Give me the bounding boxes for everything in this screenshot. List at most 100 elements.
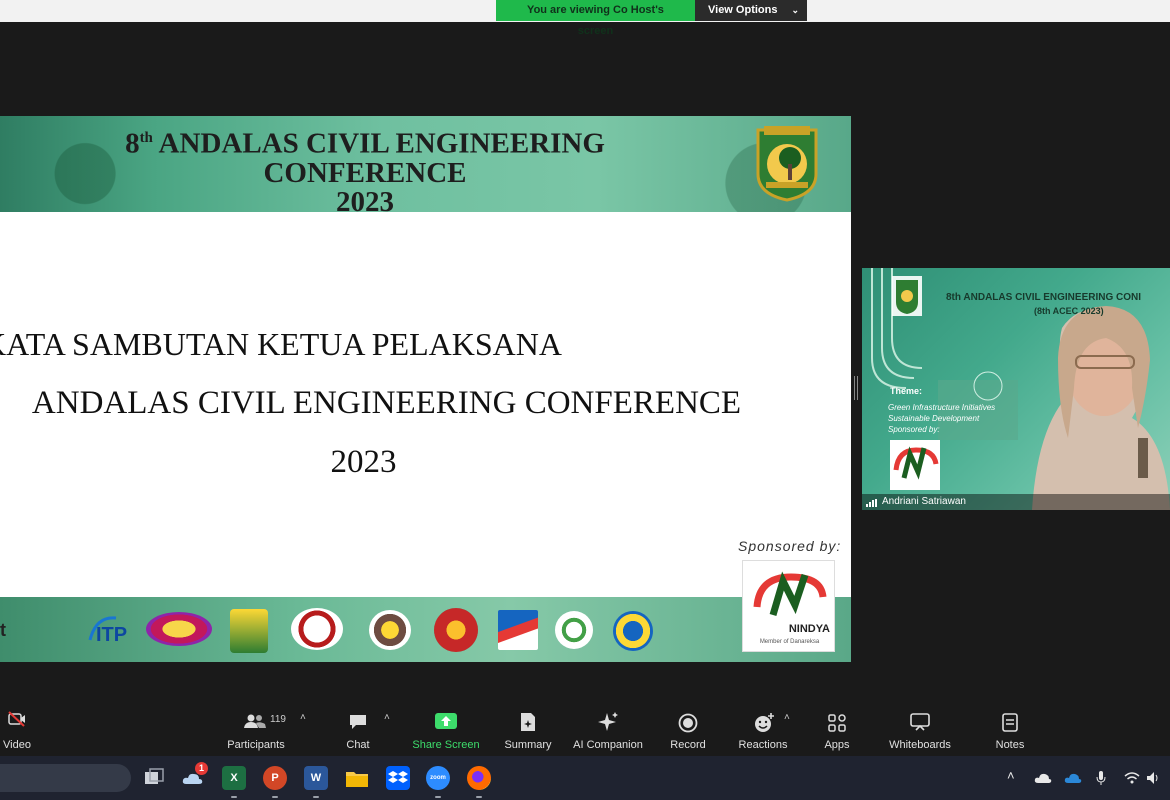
video-off-icon: [8, 711, 25, 727]
conf-title-line1: ANDALAS CIVIL ENGINEERING: [152, 127, 605, 160]
participant-name-label: Andriani Satriawan: [862, 494, 1170, 510]
video-button[interactable]: Video: [0, 700, 40, 756]
chat-button[interactable]: Chat: [334, 700, 382, 756]
record-label: Record: [670, 739, 706, 751]
ai-companion-button[interactable]: AI Companion: [566, 700, 650, 756]
participants-icon: [244, 714, 266, 728]
share-screen-icon: [435, 713, 457, 729]
whiteboards-button[interactable]: Whiteboards: [880, 700, 960, 756]
view-options-button[interactable]: View Options ⌄: [695, 0, 807, 21]
onedrive-cloud-icon[interactable]: [1034, 772, 1052, 784]
conf-title-sup: th: [139, 130, 153, 146]
ai-companion-label: AI Companion: [573, 739, 643, 751]
nindya-tagline: Member of Danareksa: [759, 639, 820, 645]
video-theme-lines: Green Infrastructure Initiatives Sustain…: [888, 402, 995, 435]
zoom-meeting-window: You are viewing Co Host's screen View Op…: [0, 0, 1170, 800]
chevron-down-icon: ⌄: [791, 5, 799, 15]
ai-sparkle-icon: [598, 712, 618, 731]
summary-icon: [521, 713, 535, 731]
notification-badge: 1: [195, 762, 208, 775]
taskbar-search-box[interactable]: [0, 764, 131, 792]
slide-heading-line2: ANDALAS CIVIL ENGINEERING CONFERENCE: [31, 385, 742, 421]
zoom-icon[interactable]: zoom: [426, 766, 450, 790]
nindya-name: NINDYA: [788, 623, 830, 635]
windows-taskbar: 1 X P W zoom ˄: [0, 756, 1170, 800]
word-icon[interactable]: W: [304, 766, 328, 790]
tray-chevron-up-icon[interactable]: ˄: [1007, 768, 1015, 783]
whiteboards-label: Whiteboards: [889, 739, 951, 751]
video-sponsored-label: Sponsored by:: [888, 425, 940, 434]
powerpoint-running-indicator: [272, 796, 278, 798]
partner-logo-8: [555, 611, 593, 649]
chat-label: Chat: [346, 739, 370, 751]
record-button[interactable]: Record: [660, 700, 716, 756]
panel-resize-handle[interactable]: [854, 376, 858, 400]
video-bg-title: 8th ANDALAS CIVIL ENGINEERING CONI: [946, 292, 1142, 303]
file-explorer-icon[interactable]: [345, 766, 369, 790]
viewing-banner: You are viewing Co Host's screen View Op…: [496, 0, 807, 37]
video-nindya-logo: [890, 440, 940, 490]
slide-edge-text: t: [0, 620, 6, 640]
task-view-icon[interactable]: [142, 766, 166, 790]
chat-caret-icon[interactable]: ˄: [384, 712, 390, 723]
partner-logo-7: [498, 610, 538, 650]
excel-icon[interactable]: X: [222, 766, 246, 790]
share-screen-button[interactable]: Share Screen: [408, 700, 484, 756]
nindya-sponsor-logo: NINDYA Member of Danareksa: [742, 560, 835, 652]
apps-grid-icon: [828, 714, 846, 732]
reactions-smiley-icon: [755, 713, 774, 732]
dropbox-icon[interactable]: [386, 766, 410, 790]
partner-logo-3: [230, 609, 268, 653]
firefox-running-indicator: [476, 796, 482, 798]
onedrive-blue-cloud-icon[interactable]: [1064, 772, 1082, 784]
reactions-button[interactable]: Reactions: [732, 700, 794, 756]
andalas-emblem-icon: [756, 126, 818, 202]
participant-video-tile[interactable]: 8th ANDALAS CIVIL ENGINEERING CONI (8th …: [862, 268, 1170, 510]
view-options-label: View Options: [708, 4, 778, 16]
slide-heading-line3: 2023: [330, 444, 397, 480]
volume-icon[interactable]: [1146, 771, 1160, 785]
word-running-indicator: [313, 796, 319, 798]
slide-heading-line1: KATA SAMBUTAN KETUA PELAKSANA: [0, 326, 562, 362]
notes-label: Notes: [995, 739, 1025, 751]
reactions-label: Reactions: [738, 739, 788, 751]
summary-label: Summary: [504, 739, 552, 751]
conf-title-line3: 2023: [336, 185, 394, 218]
conference-title: 8th ANDALAS CIVIL ENGINEERING CONFERENCE…: [100, 124, 630, 217]
svg-text:ITP: ITP: [96, 624, 127, 646]
partner-logo-6: [434, 608, 478, 652]
record-icon: [678, 713, 698, 733]
zoom-running-indicator: [435, 796, 441, 798]
video-bg-subtitle: (8th ACEC 2023): [1034, 306, 1104, 316]
notes-icon: [1002, 713, 1018, 732]
notes-button[interactable]: Notes: [986, 700, 1034, 756]
partner-logo-4: [291, 608, 343, 650]
partner-logo-5: [369, 610, 411, 650]
conf-title-line2: CONFERENCE: [263, 156, 467, 189]
wifi-icon[interactable]: [1124, 771, 1140, 784]
summary-button[interactable]: Summary: [498, 700, 558, 756]
participants-caret-icon[interactable]: ˄: [300, 712, 306, 723]
firefox-icon[interactable]: [467, 766, 491, 790]
participants-count: 119: [270, 714, 286, 725]
conf-title-number: 8: [125, 127, 140, 160]
share-screen-label: Share Screen: [412, 739, 480, 751]
video-label: Video: [3, 739, 31, 751]
video-theme-line1: Green Infrastructure Initiatives: [888, 403, 996, 412]
video-theme-label: Theme:: [890, 386, 923, 396]
participants-label: Participants: [227, 739, 285, 751]
apps-label: Apps: [824, 739, 850, 751]
whiteboard-icon: [910, 713, 930, 731]
participants-button[interactable]: 119 Participants: [220, 700, 292, 756]
sponsored-by-label: Sponsored by:: [738, 538, 842, 554]
video-theme-line2: Sustainable Development: [888, 414, 980, 423]
powerpoint-icon[interactable]: P: [263, 766, 287, 790]
nindya-mark-icon: [753, 571, 827, 616]
itp-logo: ITP: [86, 610, 136, 648]
chat-icon: [350, 715, 366, 729]
apps-button[interactable]: Apps: [814, 700, 860, 756]
reactions-caret-icon[interactable]: ˄: [784, 712, 790, 723]
weather-icon[interactable]: 1: [181, 762, 208, 790]
microphone-icon[interactable]: [1096, 770, 1106, 786]
signal-strength-icon: [866, 499, 877, 507]
